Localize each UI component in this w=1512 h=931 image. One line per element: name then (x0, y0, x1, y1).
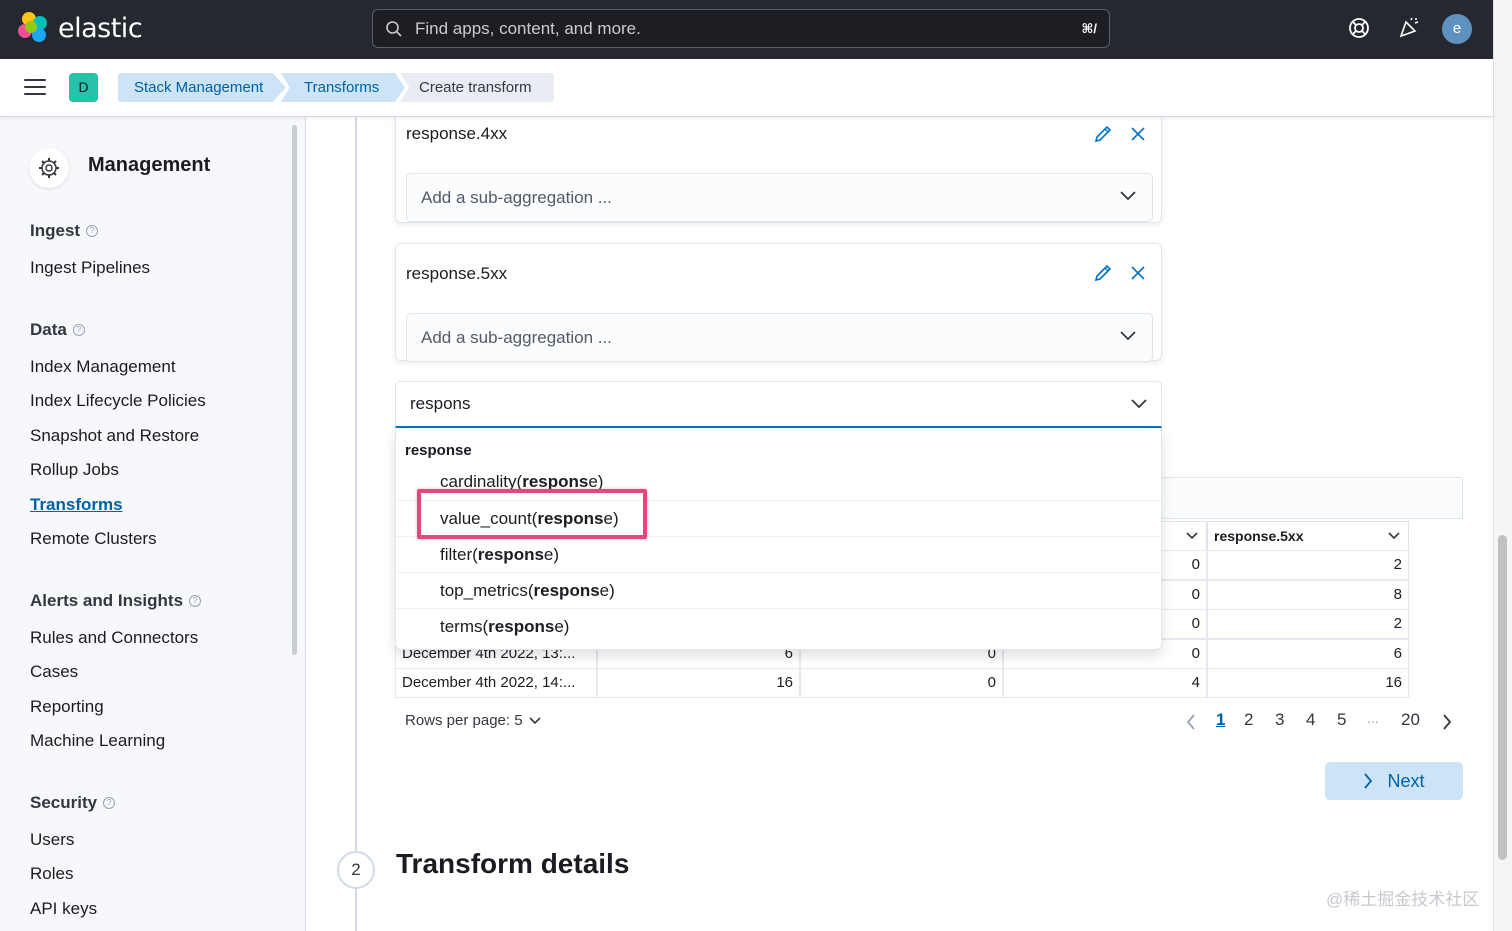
sidebar-item-transforms[interactable]: Transforms (30, 495, 123, 515)
breadcrumb-transforms[interactable]: Transforms (281, 73, 405, 102)
sidebar-heading-ingest: Ingest? (30, 221, 99, 241)
help-icon[interactable] (1347, 16, 1371, 40)
sidebar-item-cases[interactable]: Cases (30, 662, 78, 682)
page-2[interactable]: 2 (1244, 710, 1253, 730)
user-avatar[interactable]: e (1442, 14, 1472, 44)
watermark: @稀土掘金技术社区 (1326, 890, 1480, 909)
table-cell: December 4th 2022, 14:... (395, 668, 597, 698)
help-circle-icon[interactable]: ? (189, 595, 202, 607)
global-search-input[interactable]: Find apps, content, and more. ⌘/ (372, 9, 1110, 48)
sub-aggregation-placeholder: Add a sub-aggregation ... (421, 187, 612, 207)
chevron-down-icon (529, 716, 541, 724)
elastic-logo[interactable]: elastic (18, 12, 143, 44)
close-icon[interactable] (1130, 265, 1146, 281)
sidebar-item-roles[interactable]: Roles (30, 864, 73, 884)
table-cell: 16 (597, 668, 800, 698)
combo-value: respons (410, 394, 471, 413)
option-group-label: response (405, 442, 472, 459)
table-cell: 8 (1207, 580, 1409, 610)
aggregation-name: response.5xx (406, 264, 508, 283)
help-circle-icon[interactable]: ? (72, 324, 85, 336)
main-content: response.4xx Add a sub-aggregation ... r… (307, 117, 1493, 931)
chevron-left-icon[interactable] (1186, 714, 1196, 730)
option-filter[interactable]: filter(response) (396, 536, 1163, 572)
pencil-icon[interactable] (1093, 124, 1113, 144)
page-5[interactable]: 5 (1337, 710, 1346, 730)
table-cell: 0 (800, 668, 1003, 698)
rows-per-page-selector[interactable]: Rows per page: 5 (405, 712, 541, 729)
sidebar-item-reporting[interactable]: Reporting (30, 697, 104, 717)
page-1[interactable]: 1 (1216, 710, 1225, 730)
sidebar-item-ingest-pipelines[interactable]: Ingest Pipelines (30, 258, 150, 278)
logo-text: elastic (58, 12, 143, 44)
sidebar-item-api-keys[interactable]: API keys (30, 899, 97, 919)
sidebar-item-users[interactable]: Users (30, 830, 74, 850)
sub-aggregation-select[interactable]: Add a sub-aggregation ... (406, 173, 1153, 222)
news-feed-icon[interactable] (1397, 16, 1421, 40)
sidebar-heading-security: Security? (30, 793, 116, 813)
page-scrollbar-thumb[interactable] (1498, 535, 1507, 860)
search-shortcut: ⌘/ (1081, 20, 1097, 36)
option-top-metrics[interactable]: top_metrics(response) (396, 572, 1163, 608)
step-connector-line (355, 117, 357, 931)
sidebar-title: Management (88, 154, 211, 176)
help-circle-icon[interactable]: ? (86, 225, 99, 237)
table-cell: 6 (1207, 639, 1409, 669)
sidebar-item-remote-clusters[interactable]: Remote Clusters (30, 529, 157, 549)
help-circle-icon[interactable]: ? (103, 797, 116, 809)
sidebar-item-rollup-jobs[interactable]: Rollup Jobs (30, 460, 119, 480)
table-cell: 16 (1207, 668, 1409, 698)
next-button[interactable]: Next (1325, 762, 1463, 800)
table-toolbar (1155, 477, 1463, 519)
close-icon[interactable] (1130, 126, 1146, 142)
chevron-right-icon (1364, 773, 1373, 789)
sidebar-item-machine-learning[interactable]: Machine Learning (30, 731, 165, 751)
aggregation-combo-input[interactable]: respons (395, 381, 1162, 428)
aggregation-name: response.4xx (406, 124, 508, 143)
page-20[interactable]: 20 (1401, 710, 1420, 730)
gear-icon (29, 148, 69, 188)
sidebar-item-index-management[interactable]: Index Management (30, 357, 176, 377)
breadcrumb-stack-management[interactable]: Stack Management (118, 73, 286, 102)
management-sidebar: Management Ingest? Ingest Pipelines Data… (0, 117, 306, 931)
chevron-down-icon (1120, 191, 1136, 201)
page-4[interactable]: 4 (1306, 710, 1315, 730)
step-number: 2 (337, 851, 375, 889)
step-title: Transform details (396, 848, 630, 879)
top-header: elastic Find apps, content, and more. ⌘/… (0, 0, 1493, 59)
sidebar-item-snapshot-restore[interactable]: Snapshot and Restore (30, 426, 199, 446)
annotation-highlight-box (417, 489, 647, 539)
pencil-icon[interactable] (1093, 263, 1113, 283)
table-cell: 2 (1207, 550, 1409, 580)
chevron-right-icon[interactable] (1442, 714, 1452, 730)
option-terms[interactable]: terms(response) (396, 608, 1163, 644)
column-header-response-5xx[interactable]: response.5xx (1207, 521, 1409, 551)
sidebar-scrollbar[interactable] (292, 125, 297, 655)
elastic-logo-icon (18, 12, 50, 44)
search-icon (386, 20, 402, 37)
space-avatar[interactable]: D (69, 73, 98, 102)
sidebar-heading-alerts-insights: Alerts and Insights? (30, 591, 202, 611)
chevron-down-icon (1388, 532, 1400, 540)
aggregation-card-response-4xx: response.4xx Add a sub-aggregation ... (395, 117, 1162, 223)
table-cell: 4 (1003, 668, 1207, 698)
search-placeholder: Find apps, content, and more. (415, 18, 641, 38)
aggregation-options-list: response cardinality(response) value_cou… (395, 428, 1163, 650)
page-ellipsis: ... (1367, 710, 1379, 726)
breadcrumb-bar: D Stack Management Transforms Create tra… (0, 59, 1493, 117)
menu-toggle-button[interactable] (24, 79, 46, 97)
aggregation-card-response-5xx: response.5xx Add a sub-aggregation ... (395, 243, 1162, 362)
sub-aggregation-select[interactable]: Add a sub-aggregation ... (406, 313, 1153, 362)
table-cell: 2 (1207, 609, 1409, 639)
sidebar-item-rules-connectors[interactable]: Rules and Connectors (30, 628, 198, 648)
page-3[interactable]: 3 (1275, 710, 1284, 730)
chevron-down-icon (1186, 532, 1198, 540)
sidebar-heading-data: Data? (30, 320, 85, 340)
breadcrumb-create-transform: Create transform (400, 73, 554, 102)
sub-aggregation-placeholder: Add a sub-aggregation ... (421, 327, 612, 347)
chevron-down-icon (1120, 331, 1136, 341)
chevron-down-icon[interactable] (1131, 399, 1147, 409)
page-scrollbar[interactable] (1493, 0, 1512, 931)
sidebar-item-index-lifecycle-policies[interactable]: Index Lifecycle Policies (30, 391, 206, 411)
